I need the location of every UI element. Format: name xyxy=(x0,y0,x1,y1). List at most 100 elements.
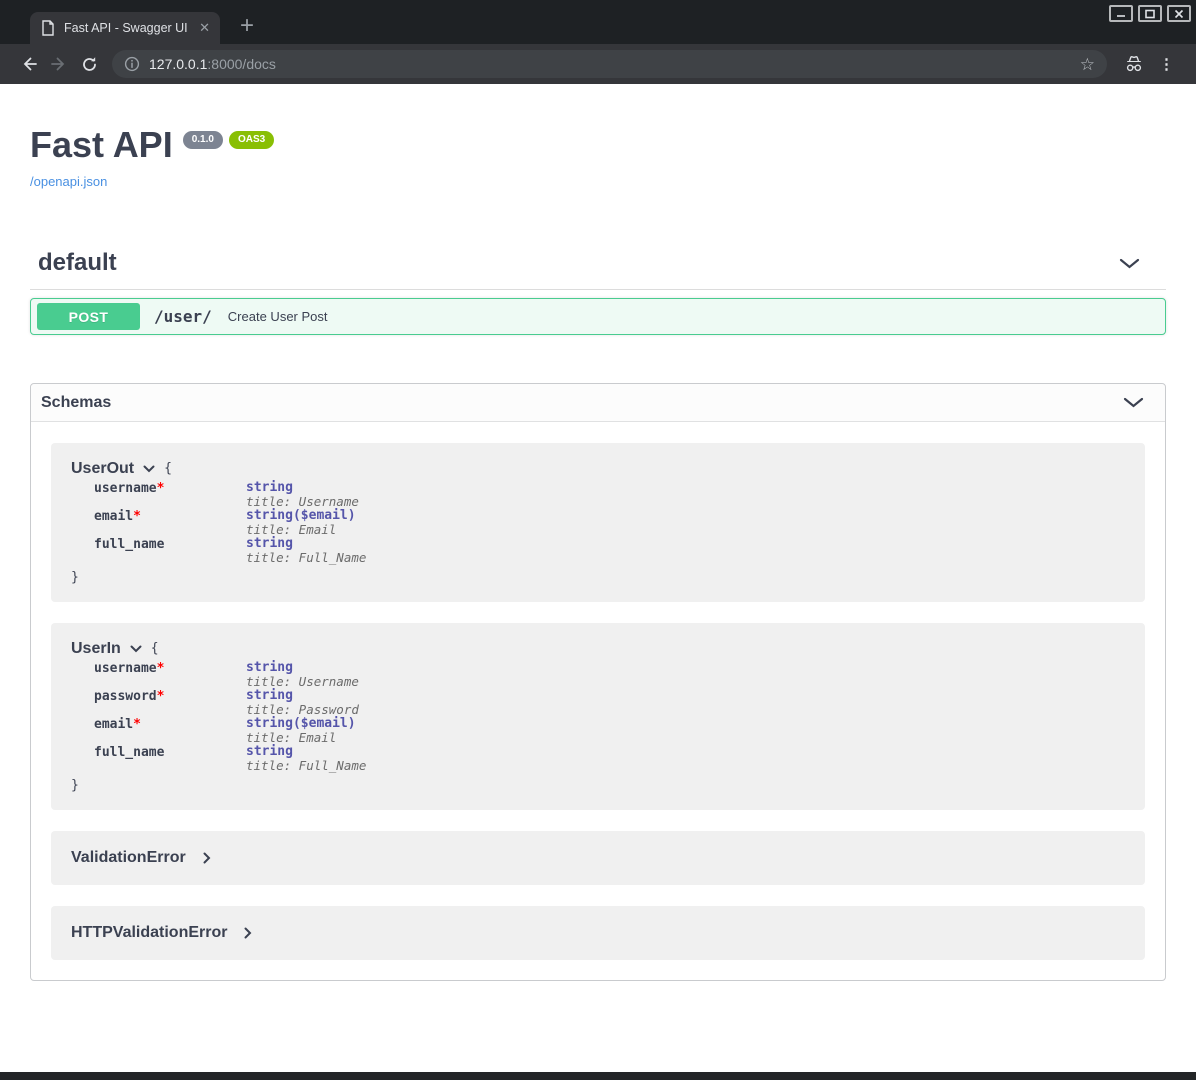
page-icon xyxy=(41,20,55,36)
schema-property: username*stringtitle: Username xyxy=(94,661,1125,689)
required-star: * xyxy=(157,481,165,496)
model-toggle[interactable]: HTTPValidationError xyxy=(71,924,252,942)
property-meta: title: Username xyxy=(246,675,359,689)
model-name: ValidationError xyxy=(71,849,186,867)
required-star: * xyxy=(133,509,141,524)
property-name: email* xyxy=(94,717,246,732)
required-star: * xyxy=(157,689,165,704)
property-name: password* xyxy=(94,689,246,704)
model-name: UserIn xyxy=(71,640,121,658)
model-toggle[interactable]: UserOut xyxy=(71,460,155,478)
property-meta: title: Full_Name xyxy=(246,759,366,773)
property-meta: title: Email xyxy=(246,523,356,537)
schema-property: username*stringtitle: Username xyxy=(94,481,1125,509)
tag-section-default: default POST /user/ Create User Post xyxy=(30,243,1166,335)
schema-property: full_namestringtitle: Full_Name xyxy=(94,537,1125,565)
property-name: full_name xyxy=(94,537,246,552)
menu-kebab-icon[interactable]: ⋮ xyxy=(1151,55,1182,73)
endpoint-summary: Create User Post xyxy=(228,309,328,324)
version-badge: 0.1.0 xyxy=(183,131,223,149)
new-tab-button[interactable]: + xyxy=(240,16,254,36)
schema-model: ValidationError xyxy=(51,831,1145,885)
schema-model: UserOut { username*stringtitle: Username… xyxy=(51,443,1145,602)
window-bottom-edge xyxy=(0,1072,1196,1080)
api-info: Fast API 0.1.0 OAS3 /openapi.json xyxy=(30,124,1166,191)
schema-property: password*stringtitle: Password xyxy=(94,689,1125,717)
api-title: Fast API xyxy=(30,124,173,165)
swagger-page: Fast API 0.1.0 OAS3 /openapi.json defaul… xyxy=(0,84,1196,1072)
property-type: string($email) xyxy=(246,717,356,731)
schemas-body: UserOut { username*stringtitle: Username… xyxy=(31,422,1165,980)
model-toggle[interactable]: ValidationError xyxy=(71,849,211,867)
chevron-right-icon xyxy=(244,927,252,939)
chevron-down-icon xyxy=(143,465,155,473)
endpoint-path: /user/ xyxy=(154,307,212,326)
property-type: string xyxy=(246,481,359,495)
schema-model: HTTPValidationError xyxy=(51,906,1145,960)
browser-window: Fast API - Swagger UI ✕ + xyxy=(0,0,1196,1080)
http-method-badge: POST xyxy=(37,303,140,330)
chevron-right-icon xyxy=(203,852,211,864)
window-controls xyxy=(1109,5,1191,22)
schemas-title: Schemas xyxy=(41,394,111,412)
property-type: string xyxy=(246,745,366,759)
property-name: full_name xyxy=(94,745,246,760)
opblock-post-user[interactable]: POST /user/ Create User Post xyxy=(30,298,1166,335)
tag-title: default xyxy=(38,249,117,277)
schemas-section: Schemas UserOut { username*stringtitle: … xyxy=(30,383,1166,981)
property-meta: title: Password xyxy=(246,703,359,717)
model-properties: username*stringtitle: Usernameemail*stri… xyxy=(94,481,1125,565)
back-icon[interactable] xyxy=(14,49,44,79)
oas3-badge: OAS3 xyxy=(229,131,274,149)
close-button[interactable] xyxy=(1167,5,1191,22)
browser-tab[interactable]: Fast API - Swagger UI ✕ xyxy=(30,12,220,44)
property-detail: string($email)title: Email xyxy=(246,717,356,745)
chevron-down-icon xyxy=(130,645,142,653)
property-type: string xyxy=(246,661,359,675)
openapi-spec-link[interactable]: /openapi.json xyxy=(30,174,107,189)
property-detail: stringtitle: Username xyxy=(246,481,359,509)
model-name: UserOut xyxy=(71,460,134,478)
property-name: username* xyxy=(94,481,246,496)
url-text: 127.0.0.1:8000/docs xyxy=(149,56,276,72)
schema-property: email*string($email)title: Email xyxy=(94,717,1125,745)
minimize-button[interactable] xyxy=(1109,5,1133,22)
property-detail: stringtitle: Password xyxy=(246,689,359,717)
tab-close-icon[interactable]: ✕ xyxy=(197,20,212,36)
model-toggle[interactable]: UserIn xyxy=(71,640,142,658)
browser-toolbar: 127.0.0.1:8000/docs ☆ ⋮ xyxy=(0,44,1196,84)
site-info-icon[interactable] xyxy=(124,56,140,72)
property-meta: title: Username xyxy=(246,495,359,509)
address-bar[interactable]: 127.0.0.1:8000/docs ☆ xyxy=(112,50,1107,78)
maximize-button[interactable] xyxy=(1138,5,1162,22)
property-name: username* xyxy=(94,661,246,676)
required-star: * xyxy=(157,661,165,676)
schema-property: email*string($email)title: Email xyxy=(94,509,1125,537)
close-brace: } xyxy=(71,778,79,793)
property-detail: stringtitle: Full_Name xyxy=(246,537,366,565)
property-meta: title: Full_Name xyxy=(246,551,366,565)
property-meta: title: Email xyxy=(246,731,356,745)
schema-property: full_namestringtitle: Full_Name xyxy=(94,745,1125,773)
property-type: string xyxy=(246,689,359,703)
model-name: HTTPValidationError xyxy=(71,924,227,942)
reload-icon[interactable] xyxy=(74,49,104,79)
forward-icon[interactable] xyxy=(44,49,74,79)
required-star: * xyxy=(133,717,141,732)
schema-model: UserIn { username*stringtitle: Usernamep… xyxy=(51,623,1145,810)
bookmark-star-icon[interactable]: ☆ xyxy=(1076,54,1099,75)
property-type: string xyxy=(246,537,366,551)
tab-strip: Fast API - Swagger UI ✕ + xyxy=(0,0,1196,44)
property-detail: stringtitle: Username xyxy=(246,661,359,689)
property-name: email* xyxy=(94,509,246,524)
tab-title: Fast API - Swagger UI xyxy=(64,12,188,44)
chevron-down-icon xyxy=(1119,258,1140,269)
model-properties: username*stringtitle: Usernamepassword*s… xyxy=(94,661,1125,773)
tag-header[interactable]: default xyxy=(30,243,1166,290)
chevron-down-icon xyxy=(1123,397,1144,408)
schemas-header[interactable]: Schemas xyxy=(31,384,1165,422)
open-brace: { xyxy=(151,639,159,658)
property-detail: string($email)title: Email xyxy=(246,509,356,537)
property-type: string($email) xyxy=(246,509,356,523)
property-detail: stringtitle: Full_Name xyxy=(246,745,366,773)
